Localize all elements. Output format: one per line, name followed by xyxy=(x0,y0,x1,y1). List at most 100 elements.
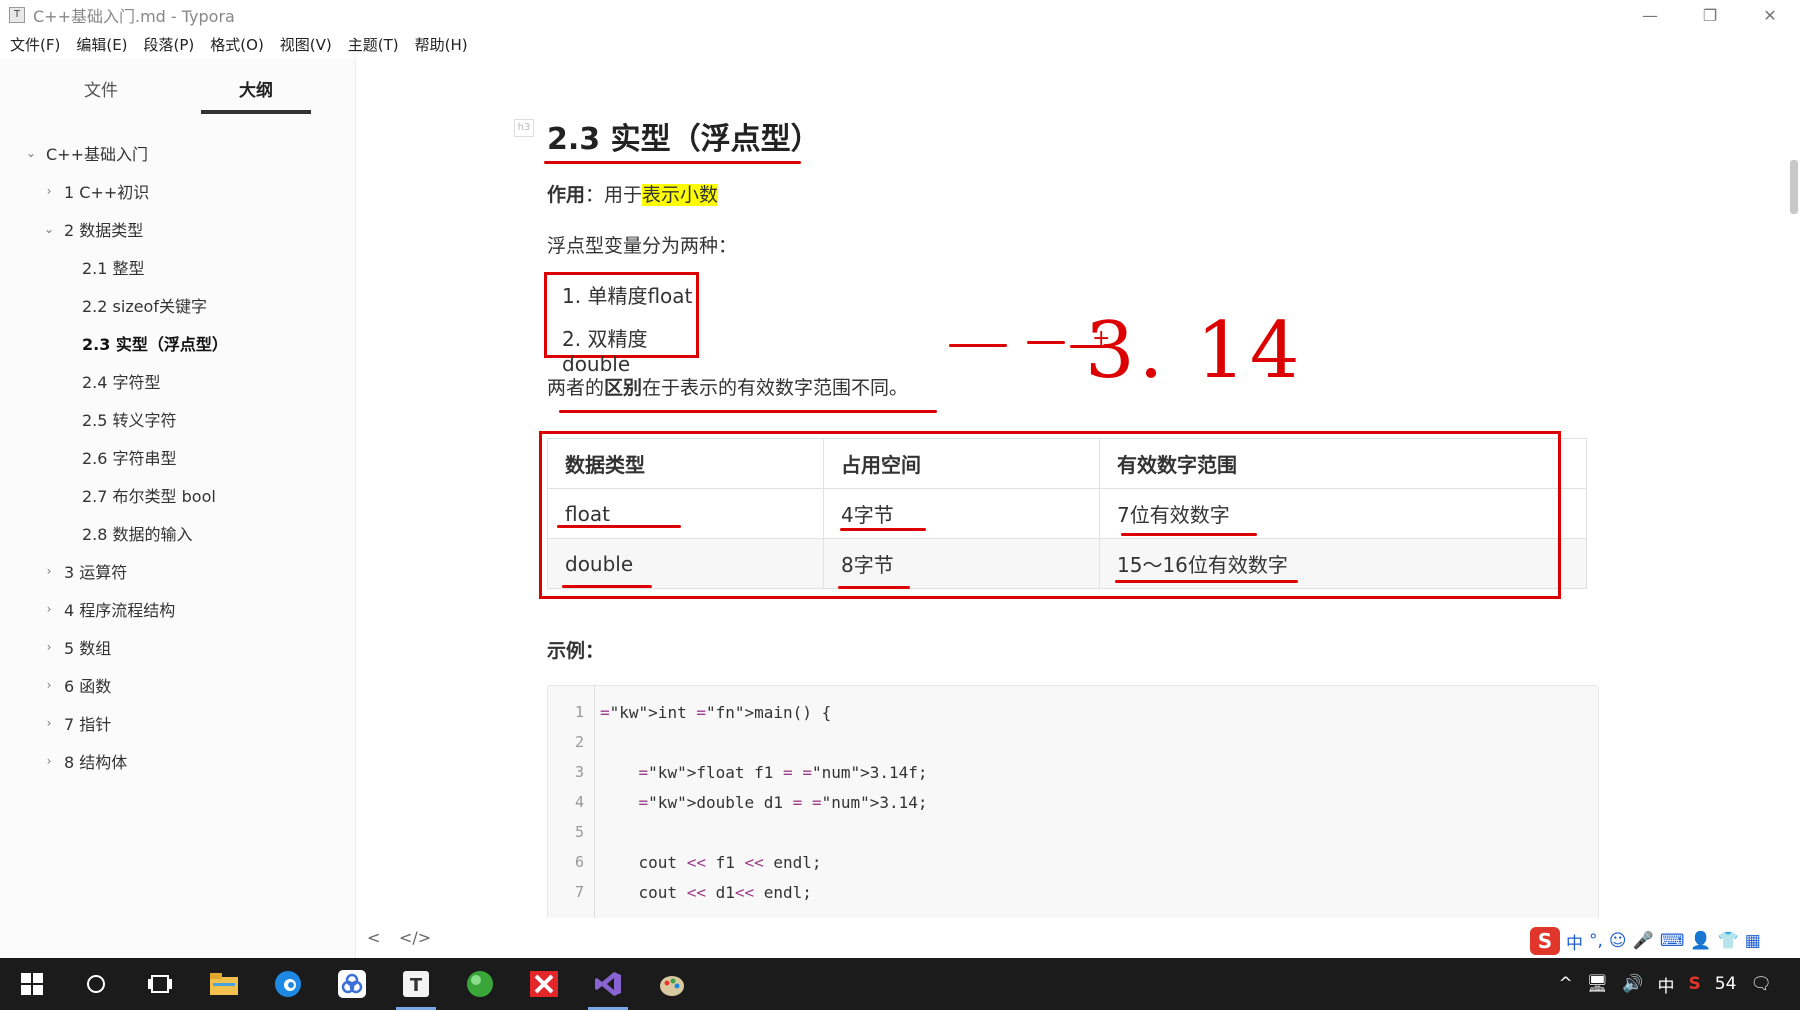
outline-item-label: 6 函数 xyxy=(64,677,112,696)
tray-counter-badge[interactable]: 54 xyxy=(1715,974,1737,994)
menu-theme[interactable]: 主题(T) xyxy=(348,34,399,55)
outline-item-label: 3 运算符 xyxy=(64,563,128,582)
menu-edit[interactable]: 编辑(E) xyxy=(76,34,127,55)
sidebar: 文件 大纲 ⌄ C++基础入门 › 1 C++初识 ⌄ 2 数据类型 2.1 整型 2.2 s… xyxy=(0,58,356,958)
ime-skin-icon[interactable]: 👕 xyxy=(1718,931,1739,951)
typora-icon[interactable]: T xyxy=(392,966,440,1010)
sogou-tray-icon[interactable]: S xyxy=(1689,974,1701,994)
minimize-button[interactable]: — xyxy=(1620,0,1680,30)
chevron-right-icon[interactable]: › xyxy=(42,678,56,692)
outline-item[interactable]: › 1 C++初识 xyxy=(0,172,356,210)
tab-files[interactable]: 文件 xyxy=(46,76,156,101)
outline-item-label: 2.8 数据的输入 xyxy=(82,525,193,544)
ime-user-icon[interactable]: 👤 xyxy=(1690,931,1711,951)
close-button[interactable]: ✕ xyxy=(1740,0,1800,30)
chevron-right-icon[interactable]: › xyxy=(42,640,56,654)
edge-icon[interactable] xyxy=(264,966,312,1002)
outline-item[interactable]: 2.7 布尔类型 bool xyxy=(0,476,356,514)
line-number: 4 xyxy=(574,793,584,811)
outline-item[interactable]: 2.2 sizeof关键字 xyxy=(0,286,356,324)
ime-keyboard-icon[interactable]: ⌨ xyxy=(1660,931,1685,951)
xmind-icon[interactable] xyxy=(520,966,568,1002)
heading-annotation-underline xyxy=(544,161,801,164)
line-number: 7 xyxy=(574,883,584,901)
ime-punctuation-icon[interactable]: °, xyxy=(1589,931,1603,951)
title-bar: T C++基础入门.md - Typora — ❐ ✕ xyxy=(0,0,1800,30)
difference-annotation-underline xyxy=(559,410,937,413)
outline-item[interactable]: 2.3 实型（浮点型） xyxy=(0,324,356,362)
outline-item[interactable]: 2.8 数据的输入 xyxy=(0,514,356,552)
handwritten-underline-2 xyxy=(1027,341,1065,344)
sogou-ime-logo[interactable]: S xyxy=(1530,927,1560,955)
source-mode-button[interactable]: </> xyxy=(399,928,431,947)
outline-item[interactable]: › 5 数组 xyxy=(0,628,356,666)
file-explorer-icon[interactable] xyxy=(200,966,248,1002)
outline-item[interactable]: › 4 程序流程结构 xyxy=(0,590,356,628)
outline-item[interactable]: 2.5 转义字符 xyxy=(0,400,356,438)
cell-annotation-underline xyxy=(840,528,926,531)
windows-taskbar: T ^ 🖥 🔊 中 S 54 🗨 xyxy=(0,958,1800,1010)
outline-item[interactable]: ⌄ 2 数据类型 xyxy=(0,210,356,248)
chevron-right-icon[interactable]: › xyxy=(42,184,56,198)
volume-icon[interactable]: 🔊 xyxy=(1622,974,1643,994)
chevron-right-icon[interactable]: › xyxy=(42,564,56,578)
svg-text:T: T xyxy=(410,975,423,996)
chevron-right-icon[interactable]: › xyxy=(42,602,56,616)
chevron-right-icon[interactable]: › xyxy=(42,716,56,730)
outline-item[interactable]: › 6 函数 xyxy=(0,666,356,704)
menu-file[interactable]: 文件(F) xyxy=(10,34,60,55)
outline-item-label: 2.2 sizeof关键字 xyxy=(82,297,207,316)
paint-icon[interactable] xyxy=(648,966,696,1002)
restore-button[interactable]: ❐ xyxy=(1680,0,1740,30)
editor-content[interactable]: h3 2.3 实型（浮点型） 作用：用于表示小数 浮点型变量分为两种： 1. 单… xyxy=(357,58,1790,918)
search-icon[interactable] xyxy=(72,966,120,1002)
code-block[interactable]: 1 ="kw">int ="fn">main() {2 3 ="kw">float … xyxy=(547,685,1599,918)
app-green-icon[interactable] xyxy=(456,966,504,1002)
outline-item[interactable]: 2.6 字符串型 xyxy=(0,438,356,476)
outline-item-label: 2.4 字符型 xyxy=(82,373,161,392)
float-kinds-list-annotation-box: 1. 单精度float 2. 双精度double xyxy=(544,272,699,376)
line-number: 5 xyxy=(574,823,584,841)
outline-list: ⌄ C++基础入门 › 1 C++初识 ⌄ 2 数据类型 2.1 整型 2.2 sizeof关… xyxy=(0,134,356,780)
outline-item[interactable]: 2.4 字符型 xyxy=(0,362,356,400)
input-language-indicator[interactable]: 中 xyxy=(1658,972,1675,997)
code-line: 4 ="kw">double d1 = ="num">3.14; xyxy=(548,793,1598,823)
chevron-right-icon[interactable]: › xyxy=(42,754,56,768)
outline-item-label: 2.7 布尔类型 bool xyxy=(82,487,216,506)
notification-center-icon[interactable]: 🗨 xyxy=(1750,974,1772,994)
ime-chinese-mode-icon[interactable]: 中 xyxy=(1566,929,1583,954)
ime-voice-icon[interactable]: 🎤 xyxy=(1633,931,1654,951)
code-line: 1 ="kw">int ="fn">main() { xyxy=(548,703,1598,733)
typora-app-icon: T xyxy=(9,7,25,23)
outline-item[interactable]: › 7 指针 xyxy=(0,704,356,742)
toggle-sidebar-button[interactable]: < xyxy=(367,928,380,947)
ime-toolbox-icon[interactable]: ▦ xyxy=(1745,931,1761,951)
code-text: cout << d1<< endl; xyxy=(600,883,812,902)
tray-expand-icon[interactable]: ^ xyxy=(1559,974,1573,994)
two-kinds-paragraph: 浮点型变量分为两种： xyxy=(547,235,738,257)
outline-item[interactable]: 2.1 整型 xyxy=(0,248,356,286)
outline-item[interactable]: › 8 结构体 xyxy=(0,742,356,780)
handwritten-plus: + xyxy=(1092,326,1111,351)
cell-annotation-underline xyxy=(1121,533,1257,536)
chevron-down-icon[interactable]: ⌄ xyxy=(24,146,38,160)
menu-view[interactable]: 视图(V) xyxy=(280,34,332,55)
app-icon[interactable] xyxy=(328,966,376,1002)
cell-annotation-underline xyxy=(838,586,910,589)
chevron-down-icon[interactable]: ⌄ xyxy=(42,222,56,236)
code-text: cout << f1 << endl; xyxy=(600,853,822,872)
menu-paragraph[interactable]: 段落(P) xyxy=(144,34,195,55)
tab-outline[interactable]: 大纲 xyxy=(201,76,311,101)
visual-studio-icon[interactable] xyxy=(584,966,632,1010)
scrollbar-thumb[interactable] xyxy=(1790,160,1798,214)
active-tab-indicator xyxy=(201,110,311,114)
outline-item[interactable]: › 3 运算符 xyxy=(0,552,356,590)
menu-format[interactable]: 格式(O) xyxy=(210,34,264,55)
task-view-icon[interactable] xyxy=(136,966,184,1002)
menu-help[interactable]: 帮助(H) xyxy=(415,34,468,55)
network-icon[interactable]: 🖥 xyxy=(1587,974,1609,994)
code-line: 5 xyxy=(548,823,1598,853)
ime-emoji-icon[interactable]: ☺ xyxy=(1609,931,1627,951)
outline-item[interactable]: ⌄ C++基础入门 xyxy=(0,134,356,172)
start-icon[interactable] xyxy=(8,966,56,1002)
